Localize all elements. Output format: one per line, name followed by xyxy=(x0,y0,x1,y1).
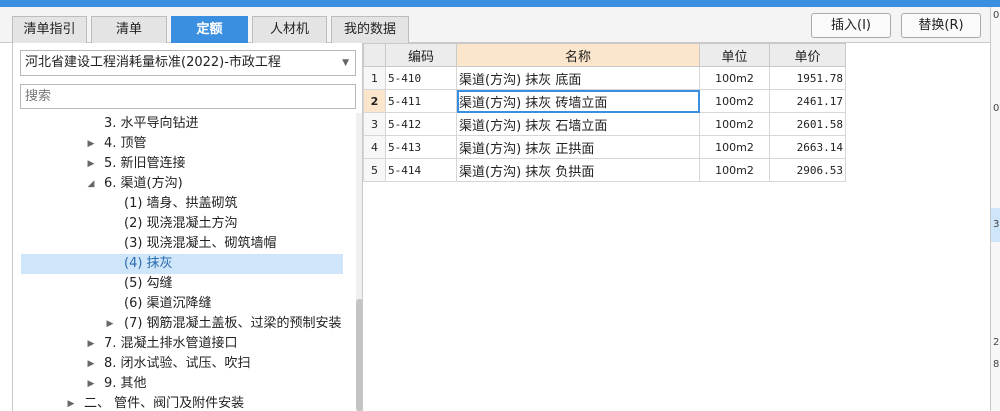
tree-item[interactable]: ▶ 5. 新旧管连接 xyxy=(21,154,343,174)
tree-item[interactable]: (2) 现浇混凝土方沟 xyxy=(21,214,343,234)
row-number: 5 xyxy=(363,158,386,182)
row-number: 1 xyxy=(363,66,386,90)
tree-item[interactable]: ▶ 二、 管件、阀门及附件安装 xyxy=(21,394,343,411)
tree-item-label: 9. 其他 xyxy=(104,376,147,391)
cell-unit[interactable]: 100m2 xyxy=(699,112,770,136)
expand-arrow-icon[interactable]: ▶ xyxy=(85,134,97,154)
tree-item-label: 4. 顶管 xyxy=(104,136,147,151)
cell-name[interactable]: 渠道(方沟) 抹灰 石墙立面 xyxy=(456,112,700,136)
quota-tree-panel: 河北省建设工程消耗量标准(2022)-市政工程 ▼ 3. 水平导向钻进 ▶ 4.… xyxy=(12,43,363,411)
cell-code[interactable]: 5-412 xyxy=(385,112,457,136)
collapse-arrow-icon[interactable]: ◢ xyxy=(85,174,97,194)
edge-value: 3 xyxy=(993,219,1000,230)
cell-code[interactable]: 5-411 xyxy=(385,89,457,113)
tree-item[interactable]: ▶ 8. 闭水试验、试压、吹扫 xyxy=(21,354,343,374)
search-input[interactable] xyxy=(20,84,356,109)
cell-name[interactable]: 渠道(方沟) 抹灰 正拱面 xyxy=(456,135,700,159)
tree-item-label: (3) 现浇混凝土、砌筑墙帽 xyxy=(124,236,277,251)
tree-item-label: 5. 新旧管连接 xyxy=(104,156,186,171)
code-column-header[interactable]: 编码 xyxy=(385,43,457,67)
tab-bar: 清单指引 清单 定额 人材机 我的数据 插入(I) 替换(R) xyxy=(0,7,990,43)
cell-unit[interactable]: 100m2 xyxy=(699,158,770,182)
background-window-edge: 0 0 3 2 8 xyxy=(990,7,1000,411)
tree-item-label: (7) 钢筋混凝土盖板、过梁的预制安装 xyxy=(124,316,342,331)
row-number: 2 xyxy=(363,89,386,113)
tree-item[interactable]: ▶ 7. 混凝土排水管道接口 xyxy=(21,334,343,354)
tree-item-label: (6) 渠道沉降缝 xyxy=(124,296,212,311)
tree-item-label: 3. 水平导向钻进 xyxy=(104,116,199,131)
cell-unit[interactable]: 100m2 xyxy=(699,66,770,90)
tree-item[interactable]: (6) 渠道沉降缝 xyxy=(21,294,343,314)
tree-item[interactable]: (5) 勾缝 xyxy=(21,274,343,294)
expand-arrow-icon[interactable]: ▶ xyxy=(104,314,116,334)
quota-tree: 3. 水平导向钻进 ▶ 4. 顶管 ▶ 5. 新旧管连接 ◢ 6. 渠道(方沟)… xyxy=(13,113,343,411)
tab-quota[interactable]: 定额 xyxy=(171,16,248,43)
cell-code[interactable]: 5-413 xyxy=(385,135,457,159)
edge-value: 8 xyxy=(993,359,1000,370)
tree-item[interactable]: ▶ 4. 顶管 xyxy=(21,134,343,154)
name-column-header[interactable]: 名称 xyxy=(456,43,700,67)
table-row-current[interactable]: 2 5-411 渠道(方沟) 抹灰 砖墙立面 100m2 2461.17 xyxy=(363,89,846,113)
cell-name-focused[interactable]: 渠道(方沟) 抹灰 砖墙立面 xyxy=(456,89,700,113)
table-row[interactable]: 1 5-410 渠道(方沟) 抹灰 底面 100m2 1951.78 xyxy=(363,66,846,90)
cell-name[interactable]: 渠道(方沟) 抹灰 负拱面 xyxy=(456,158,700,182)
tree-item[interactable]: (3) 现浇混凝土、砌筑墙帽 xyxy=(21,234,343,254)
tree-item[interactable]: ◢ 6. 渠道(方沟) xyxy=(21,174,343,194)
tree-item-label: (2) 现浇混凝土方沟 xyxy=(124,216,238,231)
quota-grid-panel: 编码 名称 单位 单价 1 5-410 渠道(方沟) 抹灰 底面 100m2 1… xyxy=(362,43,978,411)
replace-button[interactable]: 替换(R) xyxy=(901,13,981,38)
tree-item[interactable]: 3. 水平导向钻进 xyxy=(21,114,343,134)
table-row[interactable]: 4 5-413 渠道(方沟) 抹灰 正拱面 100m2 2663.14 xyxy=(363,135,846,159)
cell-unit[interactable]: 100m2 xyxy=(699,89,770,113)
tree-item-label: (4) 抹灰 xyxy=(124,256,173,271)
tree-item-label: 7. 混凝土排水管道接口 xyxy=(104,336,238,351)
tree-item-selected[interactable]: (4) 抹灰 xyxy=(21,254,343,274)
cell-name[interactable]: 渠道(方沟) 抹灰 底面 xyxy=(456,66,700,90)
quota-grid: 编码 名称 单位 单价 1 5-410 渠道(方沟) 抹灰 底面 100m2 1… xyxy=(363,43,846,182)
expand-arrow-icon[interactable]: ▶ xyxy=(65,394,77,411)
grid-header-row: 编码 名称 单位 单价 xyxy=(363,43,846,67)
standard-select[interactable]: 河北省建设工程消耗量标准(2022)-市政工程 ▼ xyxy=(20,50,356,76)
tree-item[interactable]: ▶ 9. 其他 xyxy=(21,374,343,394)
unit-column-header[interactable]: 单位 xyxy=(699,43,770,67)
row-number: 4 xyxy=(363,135,386,159)
edge-value: 0 xyxy=(993,10,1000,21)
expand-arrow-icon[interactable]: ▶ xyxy=(85,154,97,174)
table-row[interactable]: 3 5-412 渠道(方沟) 抹灰 石墙立面 100m2 2601.58 xyxy=(363,112,846,136)
expand-arrow-icon[interactable]: ▶ xyxy=(85,334,97,354)
cell-price[interactable]: 1951.78 xyxy=(769,66,846,90)
tree-item-label: 6. 渠道(方沟) xyxy=(104,176,183,191)
row-number: 3 xyxy=(363,112,386,136)
tree-item-label: (5) 勾缝 xyxy=(124,276,173,291)
edge-value: 0 xyxy=(993,103,1000,114)
chevron-down-icon: ▼ xyxy=(342,58,349,68)
insert-button[interactable]: 插入(I) xyxy=(811,13,891,38)
tree-item-label: 二、 管件、阀门及附件安装 xyxy=(84,396,245,411)
expand-arrow-icon[interactable]: ▶ xyxy=(85,354,97,374)
tab-labor-material-machine[interactable]: 人材机 xyxy=(252,16,327,43)
tree-item[interactable]: (1) 墙身、拱盖砌筑 xyxy=(21,194,343,214)
tree-item-label: 8. 闭水试验、试压、吹扫 xyxy=(104,356,251,371)
tree-item[interactable]: ▶ (7) 钢筋混凝土盖板、过梁的预制安装 xyxy=(21,314,343,334)
cell-price[interactable]: 2906.53 xyxy=(769,158,846,182)
cell-code[interactable]: 5-414 xyxy=(385,158,457,182)
edge-value: 2 xyxy=(993,337,1000,348)
expand-arrow-icon[interactable]: ▶ xyxy=(85,374,97,394)
window-top-strip xyxy=(0,0,1000,7)
row-number-header xyxy=(363,43,386,67)
cell-unit[interactable]: 100m2 xyxy=(699,135,770,159)
tree-item-label: (1) 墙身、拱盖砌筑 xyxy=(124,196,238,211)
cell-price[interactable]: 2461.17 xyxy=(769,89,846,113)
cell-code[interactable]: 5-410 xyxy=(385,66,457,90)
tab-list-guide[interactable]: 清单指引 xyxy=(12,16,87,43)
cell-price[interactable]: 2601.58 xyxy=(769,112,846,136)
standard-select-value: 河北省建设工程消耗量标准(2022)-市政工程 xyxy=(25,55,281,70)
cell-price[interactable]: 2663.14 xyxy=(769,135,846,159)
tab-list[interactable]: 清单 xyxy=(91,16,167,43)
price-column-header[interactable]: 单价 xyxy=(769,43,846,67)
table-row[interactable]: 5 5-414 渠道(方沟) 抹灰 负拱面 100m2 2906.53 xyxy=(363,158,846,182)
tab-my-data[interactable]: 我的数据 xyxy=(331,16,409,43)
